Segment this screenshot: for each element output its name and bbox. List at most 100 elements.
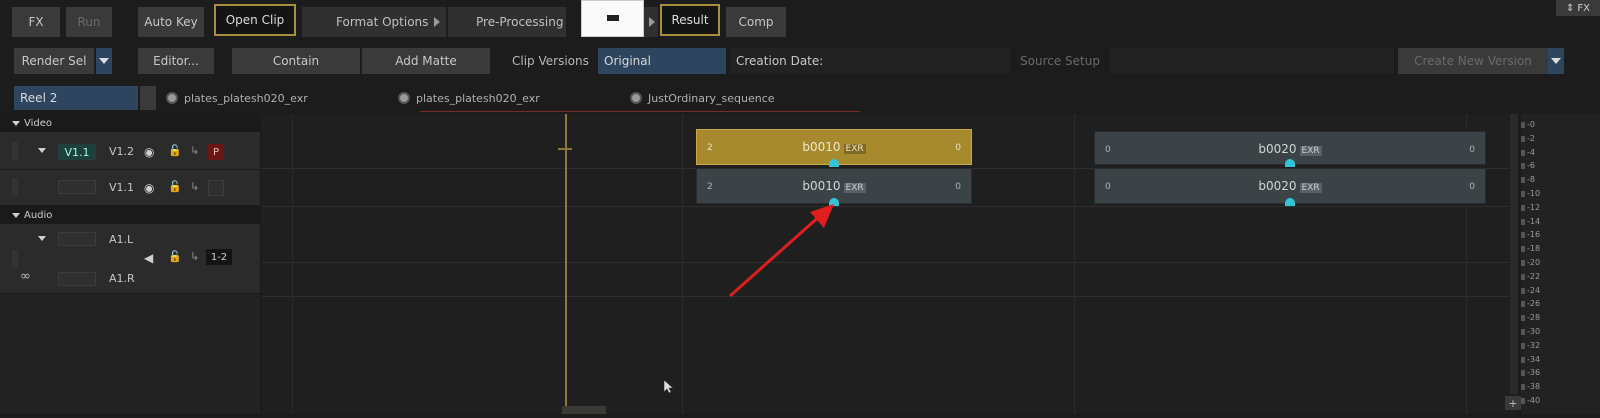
a-track-label-1: A1.L — [109, 233, 134, 246]
clip-versions-label: Clip Versions — [512, 54, 589, 68]
meter-level-bar — [1521, 191, 1525, 197]
expand-track-icon[interactable] — [38, 236, 46, 241]
open-clip-button[interactable]: Open Clip — [214, 4, 296, 36]
meter-tick-label: -24 — [1527, 285, 1541, 295]
clip-marker[interactable] — [1285, 198, 1295, 206]
create-new-version-button[interactable]: Create New Version — [1398, 48, 1548, 74]
meter-level-bar — [1521, 218, 1525, 225]
updown-icon: ⇕ — [1566, 2, 1575, 14]
editor-button[interactable]: Editor... — [138, 48, 214, 74]
video-track-row-2[interactable]: V1.1 ◉ 🔓 ↳ — [0, 170, 260, 206]
timeline-vertical-scrollbar[interactable] — [1510, 114, 1518, 394]
meter-level-bar — [1521, 384, 1525, 391]
audio-track-group[interactable]: A1.L ◀ 🔓 ↳ 1-2 ∞ A1.R — [0, 224, 260, 294]
meter-tick-label: -36 — [1527, 368, 1541, 378]
meter-level-bar — [1521, 287, 1525, 294]
reel-handle[interactable] — [140, 86, 156, 110]
timeline[interactable]: 2 b0010 EXR 0 0 b0020 EXR 0 2 b0010 EXR 0 0… — [262, 114, 1517, 414]
meter-tick-label: -0 — [1527, 120, 1535, 129]
thumbnail-icon — [607, 15, 619, 21]
render-sel-dropdown-icon[interactable] — [96, 48, 112, 74]
lock-icon[interactable]: 🔓 — [168, 180, 182, 193]
clip-b0020-v12[interactable]: 0 b0020 EXR 0 — [1094, 131, 1486, 167]
auto-key-button[interactable]: Auto Key — [138, 7, 204, 37]
track-grip[interactable] — [12, 142, 18, 160]
v-track-patch[interactable]: V1.1 — [58, 144, 96, 160]
timeline-rowline — [262, 296, 1517, 297]
audio-patch-1[interactable] — [58, 232, 96, 246]
audio-channels-badge[interactable]: 1-2 — [206, 249, 232, 265]
zoom-plus-button[interactable]: + — [1505, 396, 1521, 410]
format-options-label: Format Options — [336, 15, 429, 29]
result-button[interactable]: Result — [660, 4, 720, 36]
track-panel: Video V1.1 V1.2 ◉ 🔓 ↳ P V1.1 ◉ 🔓 ↳ Audio… — [0, 114, 260, 414]
reel-tab-1[interactable]: plates_platesh020_exr — [166, 86, 308, 110]
meter-tick-label: -2 — [1527, 133, 1535, 143]
a-track-label-2: A1.R — [109, 272, 135, 285]
creation-date-field[interactable]: Creation Date: — [730, 48, 1010, 74]
video-section-header[interactable]: Video — [0, 114, 260, 132]
meter-level-bar — [1521, 315, 1525, 322]
clip-name: b0010 EXR — [802, 179, 866, 193]
lock-icon[interactable]: 🔓 — [168, 144, 182, 157]
fx-button[interactable]: FX — [12, 7, 60, 37]
audio-patch-2[interactable] — [58, 272, 96, 286]
render-sel-button[interactable]: Render Sel — [14, 48, 94, 74]
meter-level-bar — [1521, 232, 1525, 239]
comp-button[interactable]: Comp — [726, 7, 786, 37]
link-chain-icon[interactable]: ∞ — [20, 269, 34, 284]
right-fx-label: FX — [1577, 2, 1590, 14]
expand-track-icon[interactable] — [38, 148, 46, 153]
speaker-icon[interactable]: ◀ — [144, 251, 158, 265]
eye-icon[interactable]: ◉ — [144, 145, 158, 159]
run-button[interactable]: Run — [66, 7, 112, 37]
timeline-gridline — [292, 114, 293, 414]
meter-level-bar — [1521, 260, 1525, 266]
timeline-rowline — [262, 262, 1517, 263]
playhead[interactable] — [565, 114, 567, 414]
reel-tab-2[interactable]: plates_platesh020_exr — [398, 86, 540, 110]
clip-right-number: 0 — [1469, 145, 1475, 155]
priority-badge-empty[interactable] — [208, 180, 224, 196]
reel-name-field[interactable]: Reel 2 — [14, 86, 138, 110]
track-patch-empty[interactable] — [58, 180, 96, 194]
format-options-tab[interactable]: Format Options — [302, 7, 446, 37]
source-setup-field[interactable] — [1110, 48, 1394, 74]
lock-icon[interactable]: 🔓 — [168, 250, 182, 263]
collapse-icon — [12, 120, 20, 126]
clip-versions-select[interactable]: Original — [598, 48, 726, 74]
reel-tab-3[interactable]: JustOrdinary_sequence — [630, 86, 775, 110]
clip-b0010-v12[interactable]: 2 b0010 EXR 0 — [696, 129, 972, 167]
reel-tab-underline — [420, 111, 860, 112]
clip-format-tag: EXR — [1299, 146, 1322, 156]
meter-level-bar — [1521, 329, 1525, 335]
playhead-tick — [558, 148, 572, 150]
link-arrow-icon[interactable]: ↳ — [190, 180, 204, 193]
meter-tick-label: -12 — [1527, 202, 1541, 212]
clip-source-icon — [166, 92, 178, 104]
meter-tick-label: -10 — [1527, 189, 1541, 198]
link-arrow-icon[interactable]: ↳ — [190, 144, 204, 157]
meter-tick-label: -8 — [1527, 175, 1535, 185]
priority-badge[interactable]: P — [208, 144, 224, 160]
eye-icon[interactable]: ◉ — [144, 181, 158, 195]
meter-tick-label: -32 — [1527, 340, 1541, 350]
track-grip[interactable] — [12, 250, 18, 268]
preview-thumbnail[interactable] — [581, 0, 644, 37]
pre-processing-tab[interactable]: Pre-Processing — [448, 7, 566, 37]
clip-b0020-v11[interactable]: 0 b0020 EXR 0 — [1094, 168, 1486, 206]
video-track-row-1[interactable]: V1.1 V1.2 ◉ 🔓 ↳ P — [0, 132, 260, 170]
clip-marker[interactable] — [829, 159, 839, 167]
reel-tab-label: JustOrdinary_sequence — [648, 91, 775, 105]
track-grip[interactable] — [12, 178, 18, 196]
create-version-dropdown-icon[interactable] — [1548, 48, 1564, 74]
contain-button[interactable]: Contain — [232, 48, 360, 74]
add-matte-button[interactable]: Add Matte — [362, 48, 490, 74]
clip-marker[interactable] — [1285, 159, 1295, 167]
annotation-arrow — [729, 204, 834, 298]
meter-tick-label: -34 — [1527, 354, 1541, 364]
right-fx-toggle[interactable]: ⇕ FX — [1556, 0, 1600, 16]
timeline-scroll-handle[interactable] — [562, 406, 606, 414]
audio-section-header[interactable]: Audio — [0, 206, 260, 224]
link-arrow-icon[interactable]: ↳ — [190, 250, 204, 263]
